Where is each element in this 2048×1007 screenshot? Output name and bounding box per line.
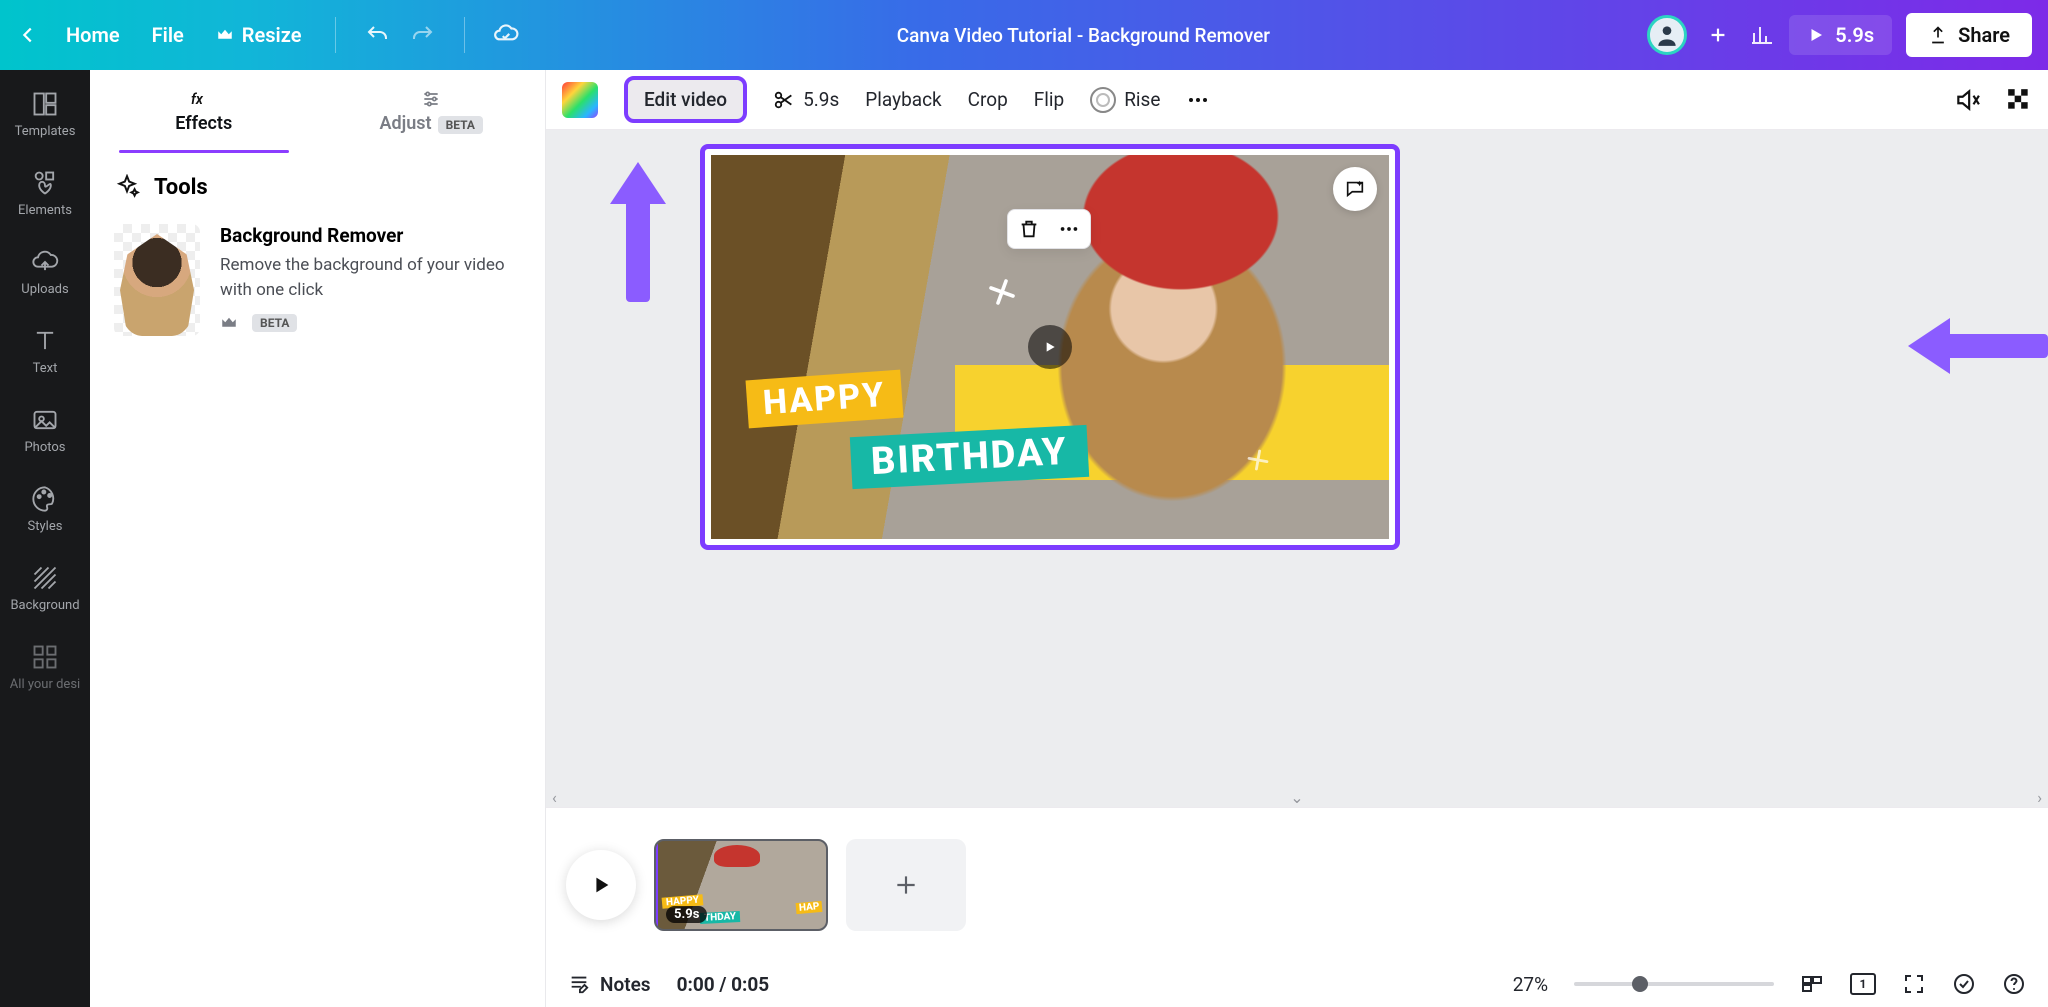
rail-elements[interactable]: Elements: [0, 163, 90, 224]
notes-button[interactable]: Notes: [568, 973, 651, 996]
crown-icon: [220, 314, 238, 332]
canvas-selection-frame[interactable]: HAPPY BIRTHDAY: [700, 144, 1400, 550]
tool-thumbnail: [114, 224, 200, 336]
delete-button[interactable]: [1018, 218, 1040, 240]
fx-icon: fx: [191, 89, 217, 109]
rail-background[interactable]: Background: [0, 558, 90, 619]
ellipsis-icon: [1186, 88, 1210, 112]
play-overlay-button[interactable]: [1028, 325, 1072, 369]
edit-video-button[interactable]: Edit video: [624, 76, 747, 123]
ai-chat-icon: [1344, 178, 1366, 200]
top-bar: Home File Resize Canva Video Tutorial - …: [0, 0, 2048, 70]
mute-button[interactable]: [1954, 87, 1980, 113]
transparency-button[interactable]: [2006, 87, 2032, 113]
stage: Edit video 5.9s Playback Crop Flip Rise: [546, 70, 2048, 1007]
timeline: HAPPY THDAY HAP 5.9s Notes 0:00 / 0:05 2…: [546, 807, 2048, 1007]
ai-assist-button[interactable]: [1333, 167, 1377, 211]
sparkle-graphic: [1246, 448, 1270, 472]
canvas-toolbar: Edit video 5.9s Playback Crop Flip Rise: [546, 70, 2048, 130]
annotation-arrow-up: [612, 162, 664, 302]
color-swatch[interactable]: [562, 82, 598, 118]
next-page-button[interactable]: ›: [2037, 788, 2042, 807]
clip-duration: 5.9s: [666, 906, 707, 923]
page-indicator[interactable]: 1: [1850, 973, 1876, 995]
beta-badge: BETA: [252, 314, 297, 332]
rail-more[interactable]: All your desi: [0, 637, 90, 698]
clip-text: HAP: [795, 900, 822, 913]
document-title[interactable]: Canva Video Tutorial - Background Remove…: [897, 24, 1270, 47]
more-button[interactable]: [1058, 218, 1080, 240]
cloud-sync-icon[interactable]: [493, 22, 519, 48]
crown-icon: [216, 26, 234, 44]
canvas-area[interactable]: HAPPY BIRTHDAY ‹ ⌄ ›: [546, 130, 2048, 807]
left-panel: fx Effects AdjustBETA Tools Background R…: [90, 70, 546, 1007]
divider: [464, 17, 465, 53]
file-menu[interactable]: File: [146, 17, 190, 53]
crop-button[interactable]: Crop: [968, 88, 1008, 111]
play-icon: [1807, 26, 1825, 44]
canvas-nav-row: ‹ ⌄ ›: [546, 787, 2048, 807]
canvas-text-happy[interactable]: HAPPY: [746, 370, 903, 429]
timecode: 0:00 / 0:05: [677, 973, 770, 996]
rail-text[interactable]: Text: [0, 321, 90, 382]
add-collaborator-button[interactable]: [1701, 18, 1735, 52]
timeline-play-button[interactable]: [566, 850, 636, 920]
floating-toolbar: [1007, 209, 1091, 249]
share-button[interactable]: Share: [1906, 13, 2032, 57]
divider: [335, 17, 336, 53]
notes-icon: [568, 973, 590, 995]
sparkle-icon: [114, 174, 140, 200]
grid-view-button[interactable]: [1800, 972, 1824, 996]
video-preview[interactable]: HAPPY BIRTHDAY: [711, 155, 1389, 539]
back-button[interactable]: [16, 23, 40, 47]
add-page-button[interactable]: [846, 839, 966, 931]
upload-icon: [1928, 25, 1948, 45]
flip-button[interactable]: Flip: [1034, 88, 1064, 111]
rail-templates[interactable]: Templates: [0, 84, 90, 145]
panel-tabs: fx Effects AdjustBETA: [90, 70, 545, 152]
tab-adjust[interactable]: AdjustBETA: [318, 70, 546, 152]
rail-styles[interactable]: Styles: [0, 479, 90, 540]
resize-menu[interactable]: Resize: [210, 17, 308, 53]
svg-text:fx: fx: [191, 92, 204, 108]
playback-button[interactable]: Playback: [865, 88, 941, 111]
playhead[interactable]: [655, 839, 658, 931]
prev-page-button[interactable]: ‹: [552, 788, 557, 807]
timeline-footer: Notes 0:00 / 0:05 27% 1: [546, 961, 2048, 1007]
side-rail: Templates Elements Uploads Text Photos S…: [0, 70, 90, 1007]
fullscreen-button[interactable]: [1902, 972, 1926, 996]
rail-uploads[interactable]: Uploads: [0, 242, 90, 303]
timeline-clip[interactable]: HAPPY THDAY HAP 5.9s: [654, 839, 828, 931]
tool-title: Background Remover: [220, 224, 521, 247]
play-duration-button[interactable]: 5.9s: [1789, 15, 1892, 55]
plus-icon: [893, 872, 919, 898]
tools-heading: Tools: [114, 174, 521, 200]
home-link[interactable]: Home: [60, 17, 126, 53]
help-button[interactable]: [2002, 972, 2026, 996]
checker-icon: [2006, 87, 2032, 113]
tool-description: Remove the background of your video with…: [220, 253, 521, 302]
avatar[interactable]: [1647, 15, 1687, 55]
status-ok-icon[interactable]: [1952, 972, 1976, 996]
sliders-icon: [418, 89, 444, 109]
insights-button[interactable]: [1749, 22, 1775, 48]
tab-effects[interactable]: fx Effects: [90, 70, 318, 152]
animate-button[interactable]: Rise: [1090, 87, 1160, 113]
trim-button[interactable]: 5.9s: [773, 88, 839, 111]
mute-icon: [1954, 87, 1980, 113]
play-icon: [590, 874, 612, 896]
zoom-percent[interactable]: 27%: [1513, 973, 1548, 996]
zoom-slider[interactable]: [1574, 982, 1774, 986]
collapse-timeline-button[interactable]: ⌄: [1290, 788, 1303, 807]
redo-button[interactable]: [410, 22, 436, 48]
rail-photos[interactable]: Photos: [0, 400, 90, 461]
beta-badge: BETA: [438, 116, 483, 134]
tool-background-remover[interactable]: Background Remover Remove the background…: [114, 224, 521, 336]
more-button[interactable]: [1186, 88, 1210, 112]
annotation-arrow-left: [1908, 320, 2048, 372]
scissors-icon: [773, 89, 795, 111]
clip-art: [714, 845, 760, 867]
undo-button[interactable]: [364, 22, 390, 48]
animate-icon: [1090, 87, 1116, 113]
